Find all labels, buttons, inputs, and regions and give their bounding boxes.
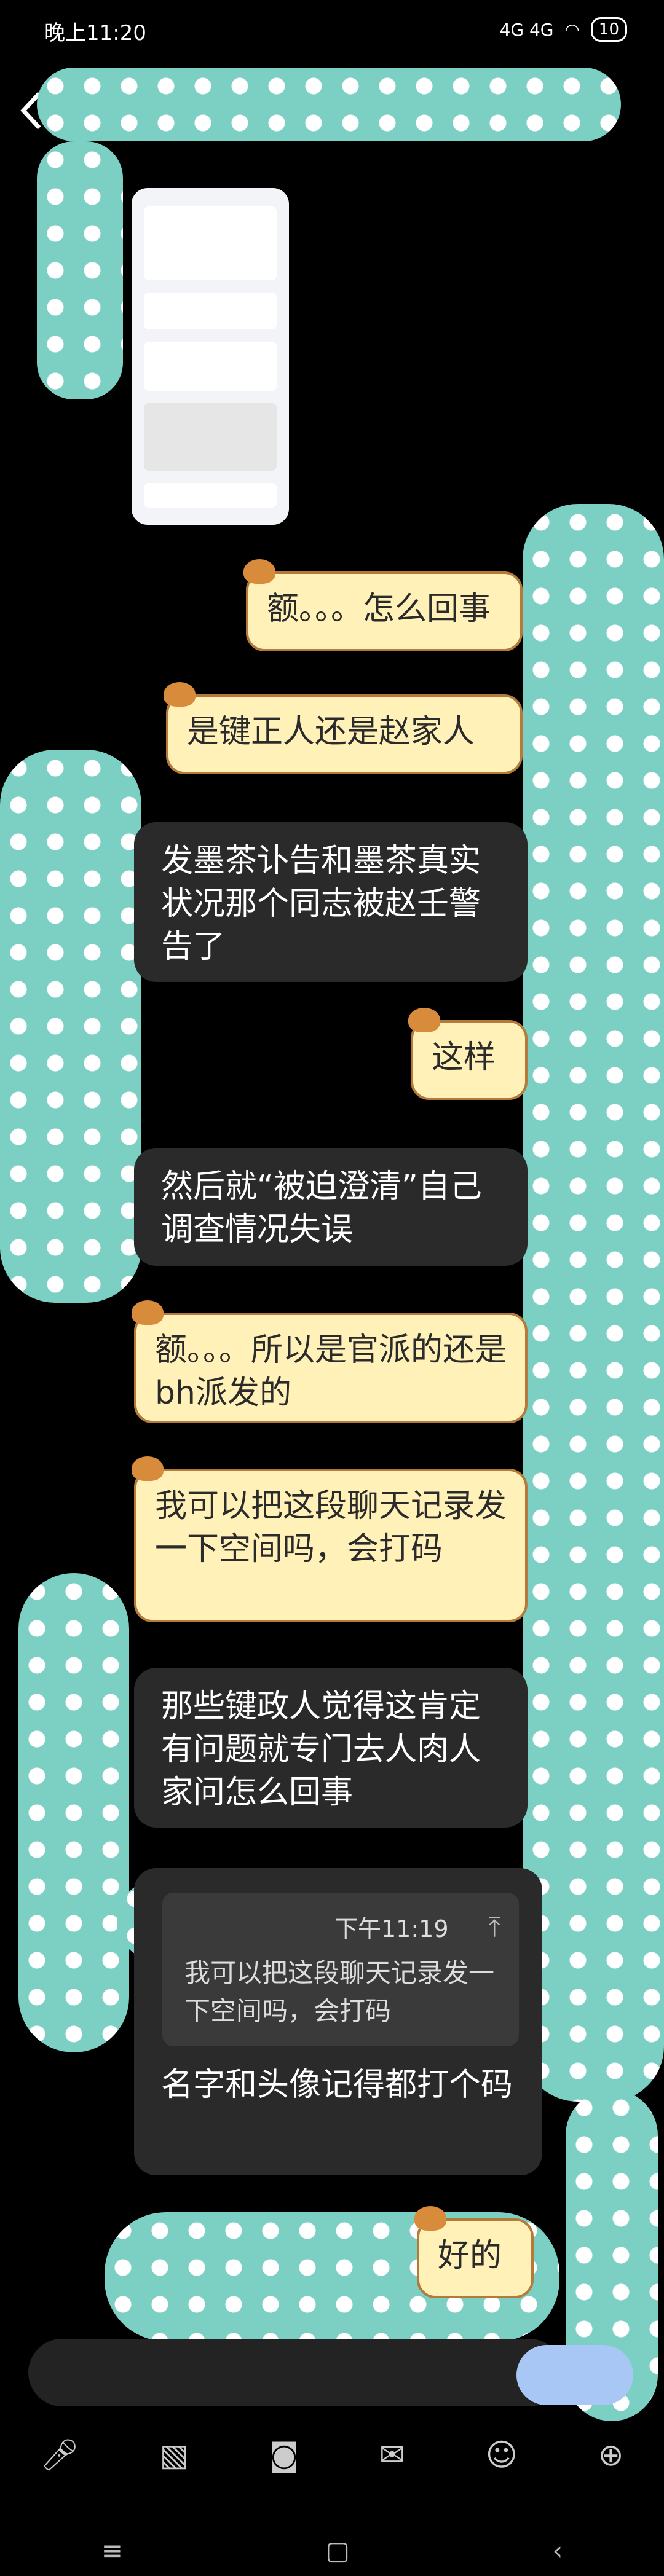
message-bubble-received[interactable]: 那些键政人觉得这肯定有问题就专门去人肉人家问怎么回事: [134, 1668, 528, 1828]
message-bubble-sent[interactable]: 额。。。怎么回事: [246, 571, 523, 651]
message-bubble-sent[interactable]: 我可以把这段聊天记录发一下空间吗，会打码: [134, 1469, 528, 1622]
quote-text: 我可以把这段聊天记录发一下空间吗，会打码: [184, 1958, 495, 2026]
image-icon[interactable]: ▧: [160, 2437, 189, 2473]
red-packet-icon[interactable]: ✉: [379, 2437, 405, 2473]
quoted-message[interactable]: 下午11:19 ⤒ 我可以把这段聊天记录发一下空间吗，会打码: [162, 1893, 519, 2046]
message-input[interactable]: [28, 2339, 563, 2406]
bubble-cat-decoration-icon: [132, 1300, 164, 1325]
message-bubble-received[interactable]: 发墨茶讣告和墨茶真实状况那个同志被赵壬警告了: [134, 822, 528, 982]
redaction-scribble: [523, 504, 664, 2102]
message-text: 名字和头像记得都打个码: [161, 2067, 513, 2103]
emoji-icon[interactable]: ☺: [486, 2437, 518, 2473]
status-time: 晚上11:20: [44, 21, 146, 45]
send-button[interactable]: [516, 2345, 633, 2405]
plus-icon[interactable]: ⊕: [598, 2437, 624, 2473]
quote-time: 下午11:19: [334, 1915, 449, 1942]
message-bubble-sent[interactable]: 额。。。所以是官派的还是bh派发的: [134, 1313, 528, 1423]
bubble-cat-decoration-icon: [408, 1008, 440, 1032]
redaction-scribble: [0, 750, 141, 1303]
image-content-block: [144, 403, 277, 471]
camera-icon[interactable]: ◙: [269, 2437, 299, 2473]
message-bubble-sent[interactable]: 是键正人还是赵家人: [166, 694, 523, 774]
back-nav-icon[interactable]: ‹: [552, 2535, 563, 2566]
bubble-cat-decoration-icon: [243, 559, 275, 584]
jump-to-original-icon[interactable]: ⤒: [489, 1906, 500, 1949]
microphone-icon[interactable]: 🎤︎: [40, 2437, 79, 2473]
status-icons: 4G 4G ◠ 10: [500, 17, 627, 42]
input-toolbar: 🎤︎ ▧ ◙ ✉ ☺ ⊕: [0, 2421, 664, 2489]
image-content-block: [144, 206, 277, 280]
shared-screenshot-image[interactable]: [132, 188, 289, 525]
message-bubble-received[interactable]: 然后就“被迫澄清”自己调查情况失误: [134, 1148, 528, 1266]
home-nav-icon[interactable]: ▢: [325, 2535, 350, 2566]
battery-icon: 10: [590, 17, 627, 42]
redaction-scribble: [37, 68, 621, 141]
image-content-block: [144, 342, 277, 391]
status-bar: 晚上11:20 4G 4G ◠ 10: [0, 0, 664, 61]
message-bubble-received-with-quote[interactable]: 下午11:19 ⤒ 我可以把这段聊天记录发一下空间吗，会打码 名字和头像记得都打…: [134, 1868, 542, 2175]
menu-nav-icon[interactable]: ≡: [101, 2535, 123, 2566]
bubble-cat-decoration-icon: [414, 2206, 446, 2231]
redaction-scribble: [37, 141, 123, 399]
bubble-cat-decoration-icon: [132, 1456, 164, 1481]
wifi-icon: ◠: [564, 19, 580, 40]
redaction-scribble: [18, 1573, 129, 2052]
signal-icon: 4G 4G: [499, 19, 554, 40]
bubble-cat-decoration-icon: [164, 682, 196, 707]
system-nav-bar: ≡ ▢ ‹: [0, 2526, 664, 2575]
image-content-block: [144, 293, 277, 329]
image-content-block: [144, 483, 277, 508]
